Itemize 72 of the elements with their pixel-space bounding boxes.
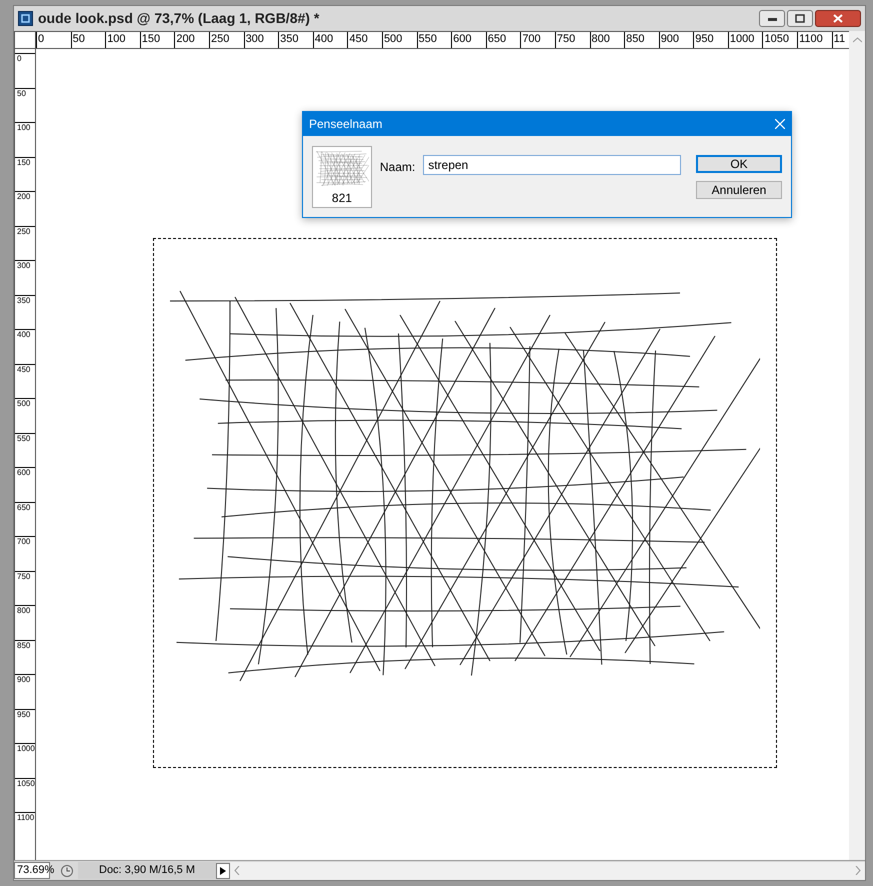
scroll-up-icon[interactable]	[852, 37, 862, 43]
ruler-label: 900	[658, 32, 694, 48]
ruler-label: 250	[15, 226, 35, 260]
ruler-label: 400	[15, 329, 35, 364]
close-icon	[833, 14, 843, 23]
ruler-label: 1100	[15, 812, 35, 846]
brush-size: 821	[332, 191, 352, 205]
document-size: Doc: 3,90 M/16,5 M	[78, 862, 216, 879]
close-icon[interactable]	[775, 119, 785, 129]
ruler-label: 1000	[15, 743, 35, 778]
minimize-button[interactable]	[759, 10, 785, 27]
ruler-label: 600	[451, 32, 486, 48]
dialog-button[interactable]: OK	[696, 155, 782, 173]
ruler-label: 100	[15, 122, 35, 156]
ruler-label: 1000	[728, 32, 762, 48]
name-label: Naam:	[380, 159, 416, 176]
horizontal-scrollbar[interactable]	[230, 862, 865, 880]
ruler-label: 850	[624, 32, 659, 48]
ruler-label: 1050	[15, 778, 35, 812]
ruler-label: 850	[15, 640, 35, 674]
ruler-label: 400	[312, 32, 348, 48]
ruler-label: 150	[15, 156, 35, 191]
ruler-label: 550	[416, 32, 452, 48]
ruler-label: 150	[140, 32, 174, 48]
scroll-right-icon[interactable]	[855, 866, 861, 875]
ruler-label: 200	[174, 32, 209, 48]
minimize-icon	[768, 16, 776, 20]
restore-button[interactable]	[787, 10, 813, 27]
ruler-label: 500	[382, 32, 417, 48]
dialog-title: Penseelnaam	[309, 116, 382, 133]
name-field[interactable]: strepen	[423, 155, 681, 175]
ruler-label: 450	[15, 364, 35, 398]
ruler-label: 650	[15, 502, 35, 536]
ruler-label: 750	[15, 570, 35, 605]
vertical-scrollbar[interactable]	[849, 49, 865, 860]
ruler-label: 450	[347, 32, 382, 48]
ruler-label: 300	[244, 32, 278, 48]
triangle-icon	[220, 866, 226, 874]
ruler-label: 300	[15, 260, 35, 294]
ruler-label: 950	[15, 708, 35, 743]
ruler-label: 350	[15, 294, 35, 329]
status-icon[interactable]	[60, 864, 74, 878]
scroll-left-icon[interactable]	[234, 866, 240, 875]
restore-icon	[795, 14, 805, 23]
app-icon	[18, 11, 33, 26]
window-title: oude look.psd @ 73,7% (Laag 1, RGB/8#) *	[38, 9, 320, 28]
ruler-label: 950	[693, 32, 728, 48]
ruler-label: 900	[15, 674, 35, 708]
ruler-label: 100	[105, 32, 140, 48]
scrollbar-top[interactable]	[849, 31, 865, 49]
ruler-label: 800	[15, 605, 35, 640]
ruler-label: 500	[15, 398, 35, 432]
ruler-label: 0	[15, 53, 35, 88]
ruler-label: 600	[15, 467, 35, 502]
ruler-label: 700	[520, 32, 555, 48]
ruler-label: 750	[554, 32, 590, 48]
ruler-label: 800	[590, 32, 624, 48]
ruler-label: 1100	[797, 32, 832, 48]
ruler-label: 50	[70, 32, 106, 48]
ruler-label: 700	[15, 536, 35, 570]
ruler-label: 250	[208, 32, 244, 48]
ruler-label: 650	[486, 32, 520, 48]
ruler-label: 1050	[762, 32, 798, 48]
dialog-button[interactable]: Annuleren	[696, 181, 782, 199]
ruler-label: 0	[36, 32, 71, 48]
ruler-label: 50	[15, 88, 35, 122]
status-menu-button[interactable]	[216, 862, 230, 878]
ruler-label: 350	[278, 32, 313, 48]
ruler-label: 550	[15, 432, 35, 467]
ruler-label: 11	[832, 32, 846, 48]
close-button[interactable]	[815, 10, 861, 27]
ruler-label: 200	[15, 191, 35, 226]
